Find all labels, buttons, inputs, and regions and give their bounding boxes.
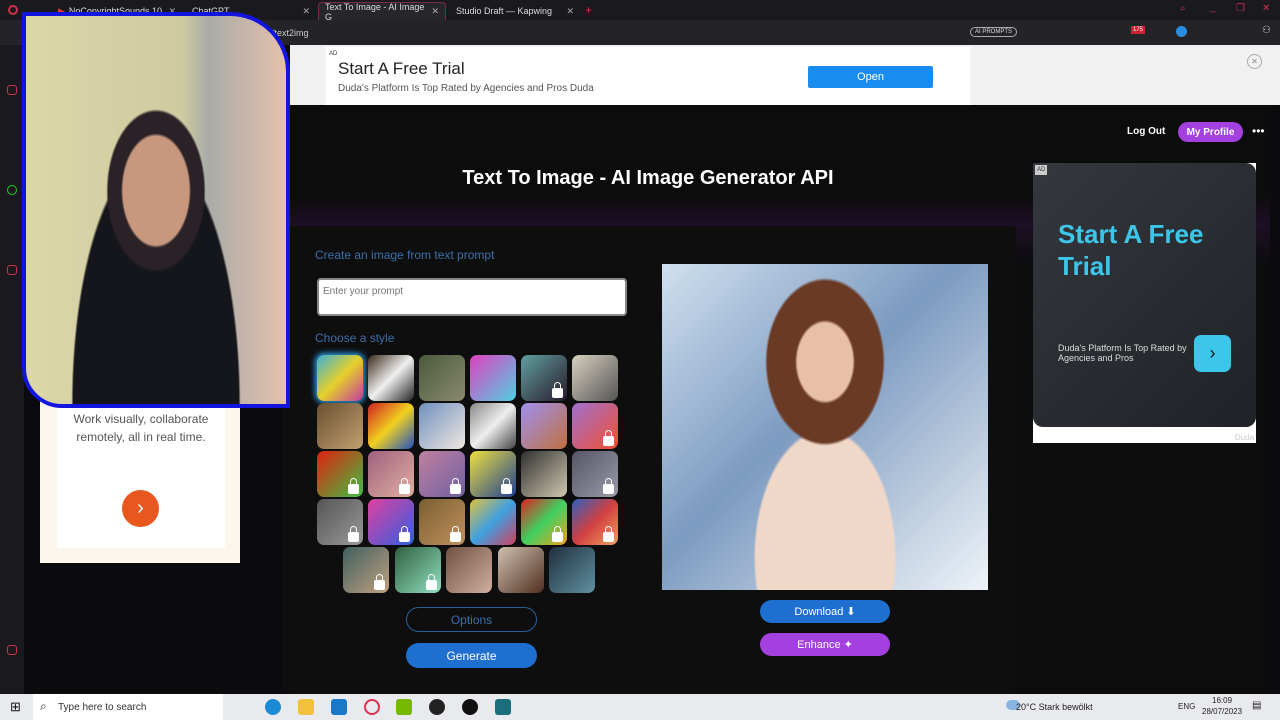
page-title: Text To Image - AI Image Generator API	[462, 167, 834, 189]
style-thumbnail[interactable]	[521, 499, 567, 545]
ai-prompts-button[interactable]: AI PROMPTS	[970, 27, 1018, 37]
messenger-icon[interactable]	[7, 85, 17, 95]
lock-icon	[348, 478, 359, 494]
taskbar-search[interactable]: ⌕ Type here to search	[33, 694, 223, 720]
style-thumbnail[interactable]	[470, 451, 516, 497]
enhance-button[interactable]: Enhance ✦	[760, 633, 890, 656]
lock-icon	[399, 478, 410, 494]
style-thumbnail[interactable]	[343, 547, 389, 593]
lock-icon	[552, 382, 563, 398]
settings-icon[interactable]	[7, 645, 17, 655]
extension-icon[interactable]	[1176, 26, 1187, 37]
app-icon[interactable]	[429, 699, 445, 715]
opera-sidebar	[0, 45, 24, 695]
generate-button[interactable]: Generate	[406, 643, 537, 668]
maximize-button[interactable]: ❐	[1236, 3, 1245, 14]
download-button[interactable]: Download ⬇	[760, 600, 890, 623]
profile-icon[interactable]: ⚇	[1262, 25, 1271, 36]
my-profile-button[interactable]: My Profile	[1178, 122, 1243, 142]
style-thumbnail[interactable]	[317, 403, 363, 449]
close-icon[interactable]: ✕	[302, 6, 310, 17]
close-window-button[interactable]: ✕	[1262, 3, 1270, 14]
generated-image[interactable]	[662, 264, 988, 590]
lock-icon	[425, 574, 437, 590]
search-icon[interactable]: ⌕	[1180, 3, 1186, 14]
style-thumbnail[interactable]	[368, 451, 414, 497]
prompt-input[interactable]	[317, 278, 627, 316]
lock-icon	[603, 478, 614, 494]
edge-icon[interactable]	[265, 699, 281, 715]
style-thumbnail[interactable]	[419, 355, 465, 401]
logitech-icon[interactable]	[462, 699, 478, 715]
new-tab-button[interactable]: +	[585, 3, 592, 17]
history-icon[interactable]	[7, 265, 17, 275]
file-explorer-icon[interactable]	[298, 699, 314, 715]
tab-kapwing[interactable]: Studio Draft — Kapwing ✕	[450, 2, 580, 20]
style-thumbnail[interactable]	[317, 355, 363, 401]
style-thumbnail[interactable]	[470, 403, 516, 449]
close-ad-icon[interactable]: ✕	[1247, 54, 1262, 69]
style-thumbnail[interactable]	[317, 451, 363, 497]
extension-badge[interactable]: 175	[1131, 26, 1146, 34]
style-thumbnail[interactable]	[419, 451, 465, 497]
chevron-right-icon[interactable]: ›	[1194, 335, 1231, 372]
lock-icon	[399, 526, 410, 542]
lock-icon	[501, 478, 512, 494]
style-thumbnail[interactable]	[521, 403, 567, 449]
close-icon[interactable]: ✕	[431, 6, 439, 17]
lock-icon	[374, 574, 385, 590]
close-icon[interactable]: ✕	[566, 6, 574, 17]
opera-logo-icon[interactable]	[8, 5, 18, 15]
notifications-icon[interactable]: ▤	[1252, 700, 1261, 711]
style-thumbnail[interactable]	[394, 547, 441, 593]
webcam-overlay	[22, 12, 290, 408]
style-thumbnail[interactable]	[521, 451, 567, 497]
style-thumbnail[interactable]	[368, 355, 414, 401]
style-thumbnail[interactable]	[572, 403, 618, 449]
minimize-button[interactable]: _	[1210, 2, 1216, 13]
lock-icon	[348, 526, 359, 542]
lock-icon	[552, 526, 563, 542]
style-thumbnail[interactable]	[368, 403, 414, 449]
side-ad[interactable]: AD Start A Free Trial Duda's Platform Is…	[1033, 163, 1256, 443]
whatsapp-icon[interactable]	[7, 185, 17, 195]
ad-open-button[interactable]: Open	[808, 66, 933, 88]
options-button[interactable]: Options	[406, 607, 537, 632]
style-thumbnail[interactable]	[470, 355, 516, 401]
chevron-right-icon[interactable]: ›	[122, 490, 159, 527]
style-thumbnail[interactable]	[572, 451, 618, 497]
style-thumbnail[interactable]	[419, 499, 465, 545]
style-thumbnail[interactable]	[521, 355, 567, 401]
style-thumbnail[interactable]	[497, 547, 544, 593]
lock-icon	[603, 430, 614, 446]
style-thumbnail[interactable]	[470, 499, 516, 545]
app-icon[interactable]	[495, 699, 511, 715]
search-icon: ⌕	[40, 699, 47, 713]
mail-icon[interactable]	[331, 699, 347, 715]
taskbar: ⊞ ⌕ Type here to search 20°C Stark bewöl…	[0, 694, 1280, 720]
left-ad[interactable]: Work visually, collaborate remotely, all…	[40, 390, 240, 563]
style-thumbnail[interactable]	[572, 499, 618, 545]
style-thumbnail[interactable]	[446, 547, 492, 593]
style-thumbnail[interactable]	[368, 499, 414, 545]
top-ad-banner[interactable]: AD Start A Free Trial Duda's Platform Is…	[326, 47, 970, 105]
opera-taskbar-icon[interactable]	[364, 699, 380, 715]
style-thumbnail[interactable]	[572, 355, 618, 401]
lock-icon	[450, 526, 461, 542]
style-thumbnail[interactable]	[317, 499, 363, 545]
lock-icon	[603, 526, 614, 542]
more-menu-icon[interactable]: •••	[1252, 124, 1265, 138]
style-thumbnail[interactable]	[419, 403, 465, 449]
lock-icon	[450, 478, 461, 494]
nvidia-icon[interactable]	[396, 699, 412, 715]
logout-link[interactable]: Log Out	[1127, 126, 1165, 137]
windows-start-icon[interactable]: ⊞	[10, 699, 21, 715]
generator-card: Create an image from text prompt Choose …	[282, 226, 1016, 690]
tab-text-to-image[interactable]: Text To Image - AI Image G ✕	[318, 2, 446, 22]
style-thumbnail[interactable]	[549, 547, 595, 593]
